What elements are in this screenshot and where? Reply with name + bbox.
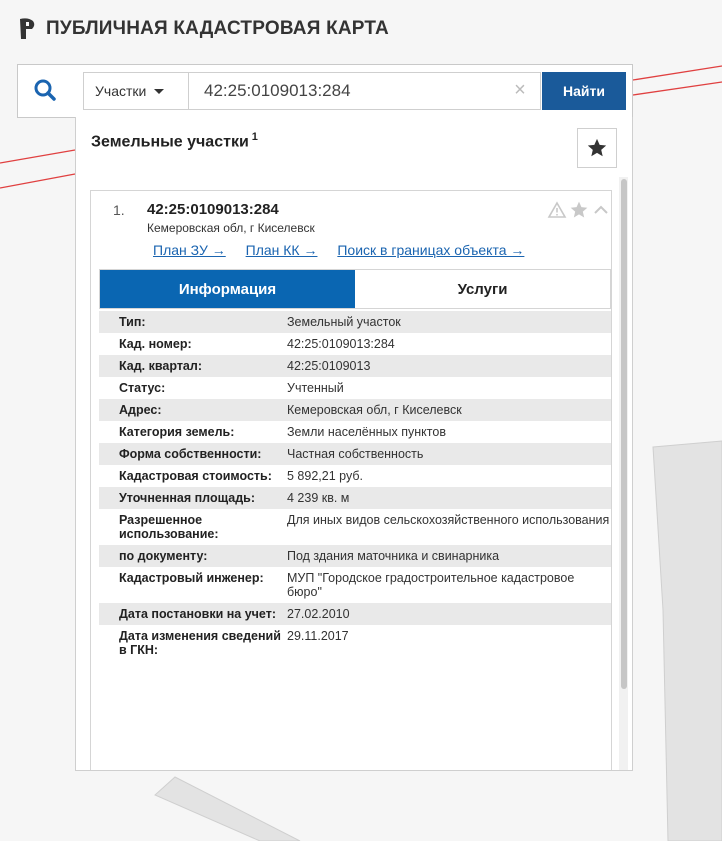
row-label: Дата постановки на учет:: [99, 603, 287, 625]
result-number: 1.: [113, 202, 125, 218]
search-icon[interactable]: [30, 76, 62, 106]
pkk-logo-icon: [20, 18, 35, 39]
table-row: Статус: Учтенный: [99, 377, 611, 399]
row-value: Земли населённых пунктов: [287, 425, 446, 439]
result-card: 1. 42:25:0109013:284 Кемеровская обл, г …: [90, 190, 612, 770]
row-label: по документу:: [99, 545, 287, 567]
result-count: 1: [251, 131, 258, 143]
cad-quarter-link[interactable]: 42:25:0109013: [287, 355, 611, 377]
row-value: МУП "Городское градостроительное кадастр…: [287, 571, 575, 599]
table-row: Адрес: Кемеровская обл, г Киселевск: [99, 399, 611, 421]
row-label: Адрес:: [99, 399, 287, 421]
table-row: Кад. номер: 42:25:0109013:284: [99, 333, 611, 355]
find-button[interactable]: Найти: [542, 72, 626, 110]
link-search-in-bounds[interactable]: Поиск в границах объекта →: [337, 242, 524, 258]
star-icon: [587, 138, 607, 157]
card-actions: [547, 200, 611, 220]
table-row: Уточненная площадь: 4 239 кв. м: [99, 487, 611, 509]
page-title: ПУБЛИЧНАЯ КАДАСТРОВАЯ КАРТА: [46, 18, 389, 39]
row-label: Кадастровая стоимость:: [119, 469, 272, 483]
row-label: Статус:: [119, 381, 166, 395]
row-label: Уточненная площадь:: [99, 487, 287, 509]
table-row: Кадастровый инженер: МУП "Городское градо…: [99, 567, 611, 603]
row-value: Учтенный: [287, 381, 344, 395]
scrollbar-thumb[interactable]: [621, 179, 627, 689]
info-table: Тип: Земельный участок Кад. номер: 42:25:0…: [99, 311, 611, 661]
search-type-label: Участки: [95, 83, 147, 99]
row-label: Кадастровый инженер:: [119, 571, 264, 585]
app-header: ПУБЛИЧНАЯ КАДАСТРОВАЯ КАРТА: [18, 14, 389, 44]
table-row: Дата изменения сведений в ГКН: 29.11.2017: [99, 625, 611, 661]
search-input[interactable]: [189, 72, 541, 110]
chevron-down-icon: [154, 88, 165, 94]
row-label: Тип:: [99, 311, 287, 333]
tab-services[interactable]: Услуги: [355, 270, 610, 308]
clear-icon[interactable]: ×: [508, 78, 532, 102]
row-value: Под здания маточника и свинарника: [287, 545, 611, 567]
row-label: Форма собственности:: [99, 443, 287, 465]
bookmark-button[interactable]: [577, 128, 617, 168]
row-label: Кад. квартал:: [99, 355, 287, 377]
row-label: Кад. номер:: [119, 337, 192, 351]
panel-title: Земельные участки 1: [91, 131, 258, 151]
result-address: Кемеровская обл, г Киселевск: [147, 221, 315, 235]
link-plan-kk[interactable]: План КК →: [246, 242, 318, 258]
star-icon[interactable]: [569, 200, 589, 220]
info-tabs: Информация Услуги: [99, 269, 611, 309]
chevron-up-icon[interactable]: [591, 200, 611, 220]
table-row: по документу: Под здания маточника и свин…: [99, 545, 611, 567]
search-bar: Участки × Найти: [17, 64, 633, 118]
row-value: 27.02.2010: [287, 603, 611, 625]
row-value: 5 892,21 руб.: [287, 469, 363, 483]
cad-number-link[interactable]: 42:25:0109013:284: [287, 333, 611, 355]
table-row: Кадастровая стоимость: 5 892,21 руб.: [99, 465, 611, 487]
table-row: Дата постановки на учет: 27.02.2010: [99, 603, 611, 625]
row-value: Для иных видов сельскохозяйственного исп…: [287, 513, 610, 527]
result-title[interactable]: 42:25:0109013:284: [147, 201, 279, 218]
row-label: Дата изменения сведений в ГКН:: [119, 629, 281, 657]
row-value: 29.11.2017: [287, 629, 349, 643]
link-plan-zu[interactable]: План ЗУ →: [153, 242, 226, 258]
search-type-select[interactable]: Участки: [83, 72, 189, 110]
table-row: Разрешенное использование: Для иных видов…: [99, 509, 611, 545]
warning-icon[interactable]: [547, 200, 567, 220]
row-value: Земельный участок: [287, 311, 611, 333]
table-row: Тип: Земельный участок: [99, 311, 611, 333]
results-panel: Земельные участки 1 1. 42:25:0109013:284 …: [75, 117, 633, 771]
table-row: Категория земель: Земли населённых пункто…: [99, 421, 611, 443]
panel-title-text: Земельные участки: [91, 133, 249, 151]
row-value: Кемеровская обл, г Киселевск: [287, 399, 611, 421]
result-links: План ЗУ → План КК → Поиск в границах объ…: [153, 242, 540, 258]
tab-information[interactable]: Информация: [100, 270, 355, 308]
table-row: Форма собственности: Частная собственност…: [99, 443, 611, 465]
table-row: Кад. квартал: 42:25:0109013: [99, 355, 611, 377]
row-value: 4 239 кв. м: [287, 487, 611, 509]
row-label: Категория земель:: [119, 425, 235, 439]
row-label: Разрешенное использование:: [119, 513, 219, 541]
row-value: Частная собственность: [287, 443, 611, 465]
